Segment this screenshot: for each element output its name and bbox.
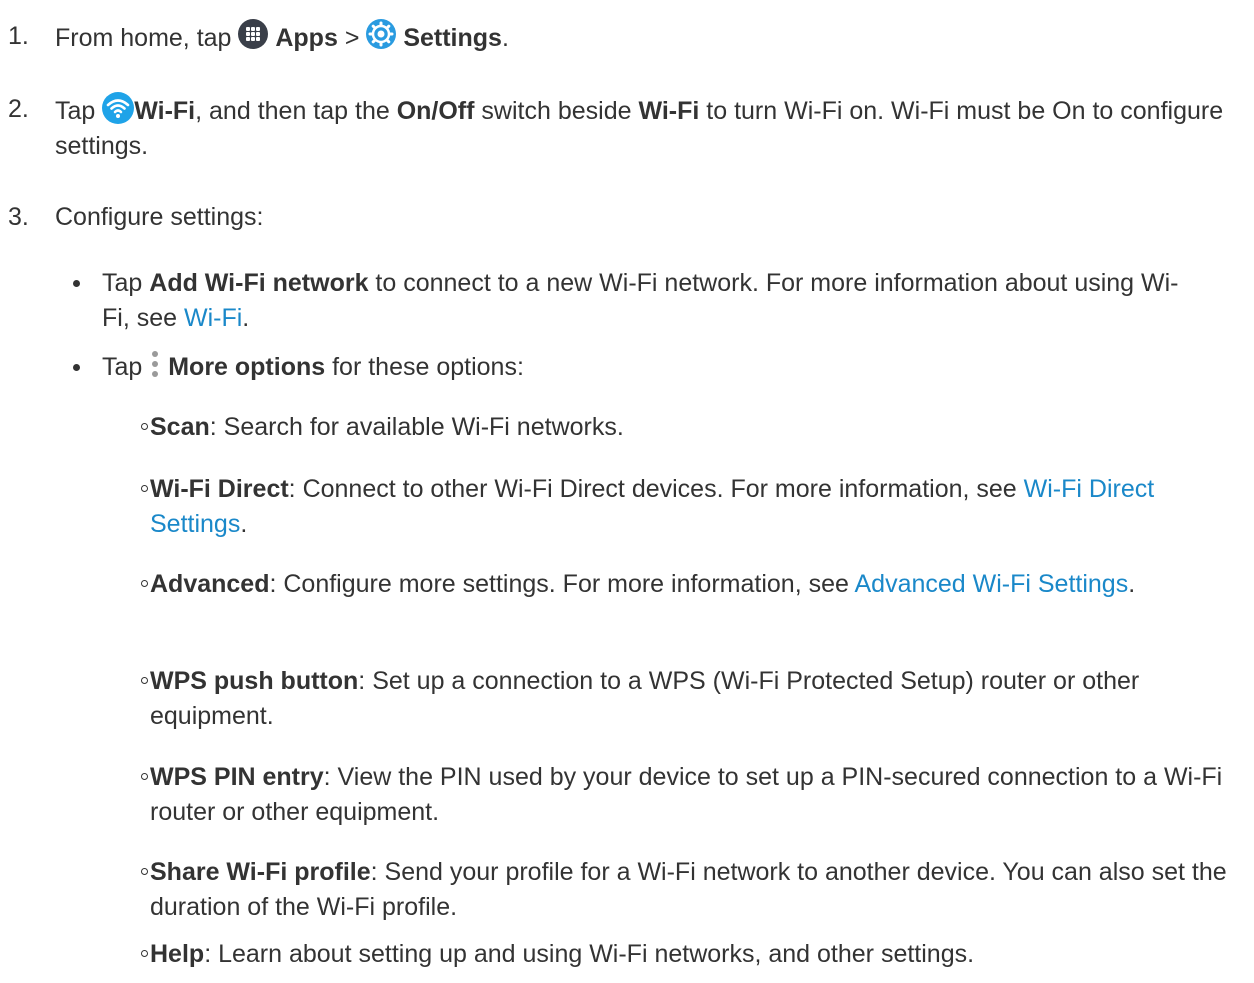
circle-bullet — [141, 950, 148, 957]
option-term: Share Wi-Fi profile — [150, 858, 371, 886]
option-share-wifi-profile: Share Wi-Fi profile: Send your profile f… — [140, 855, 1230, 925]
apps-icon — [238, 19, 269, 49]
circle-bullet — [141, 580, 148, 587]
step-text: Tap Wi-Fi, and then tap the On/Off switc… — [55, 92, 1240, 164]
settings-label: Settings — [403, 24, 502, 52]
option-wps-push-button: WPS push button: Set up a connection to … — [140, 664, 1230, 734]
step-number: 1. — [8, 22, 29, 50]
advanced-wifi-settings-link[interactable]: Advanced Wi-Fi Settings — [854, 570, 1128, 598]
option-help: Help: Learn about setting up and using W… — [140, 937, 1230, 972]
settings-icon — [366, 19, 397, 49]
bullet-text: Tap Add Wi-Fi network to connect to a ne… — [102, 269, 1179, 332]
option-term: WPS push button — [150, 667, 359, 695]
wifi-label-2: Wi-Fi — [638, 97, 700, 125]
wifi-link[interactable]: Wi-Fi — [184, 304, 242, 332]
apps-label: Apps — [275, 24, 338, 52]
bullet-more-options: Tap More options for these options: — [55, 350, 1205, 385]
circle-bullet — [141, 677, 148, 684]
option-advanced: Advanced: Configure more settings. For m… — [140, 567, 1230, 602]
option-term: Advanced — [150, 570, 270, 598]
option-term: Help — [150, 940, 205, 968]
step-3: 3. Configure settings: — [0, 200, 1240, 235]
bullet-dot — [73, 280, 80, 287]
option-term: Wi-Fi Direct — [150, 475, 289, 503]
bullet-add-network: Tap Add Wi-Fi network to connect to a ne… — [55, 266, 1205, 336]
step-1: 1. From home, tap Apps > Settings. — [0, 19, 1240, 56]
bullet-text: Tap More options for these options: — [102, 350, 1205, 385]
wifi-label: Wi-Fi — [134, 97, 196, 125]
circle-bullet — [141, 485, 148, 492]
more-options-icon — [149, 350, 161, 378]
circle-bullet — [141, 423, 148, 430]
option-term: Scan — [150, 413, 210, 441]
step-number: 2. — [8, 95, 29, 123]
step-text: From home, tap Apps > Settings. — [55, 19, 1240, 56]
option-scan: Scan: Search for available Wi-Fi network… — [140, 410, 1230, 445]
option-wifi-direct: Wi-Fi Direct: Connect to other Wi-Fi Dir… — [140, 472, 1230, 542]
circle-bullet — [141, 773, 148, 780]
bullet-dot — [73, 364, 80, 371]
circle-bullet — [141, 868, 148, 875]
more-options-label: More options — [168, 353, 326, 381]
step-2: 2. Tap Wi-Fi, and then tap the On/Off sw… — [0, 92, 1240, 164]
on-off-label: On/Off — [396, 97, 475, 125]
option-term: WPS PIN entry — [150, 763, 324, 791]
add-wifi-network-label: Add Wi-Fi network — [149, 269, 369, 297]
step-text: Configure settings: — [55, 203, 264, 231]
wifi-icon — [102, 92, 135, 124]
option-wps-pin-entry: WPS PIN entry: View the PIN used by your… — [140, 760, 1230, 830]
step-number: 3. — [8, 203, 29, 231]
